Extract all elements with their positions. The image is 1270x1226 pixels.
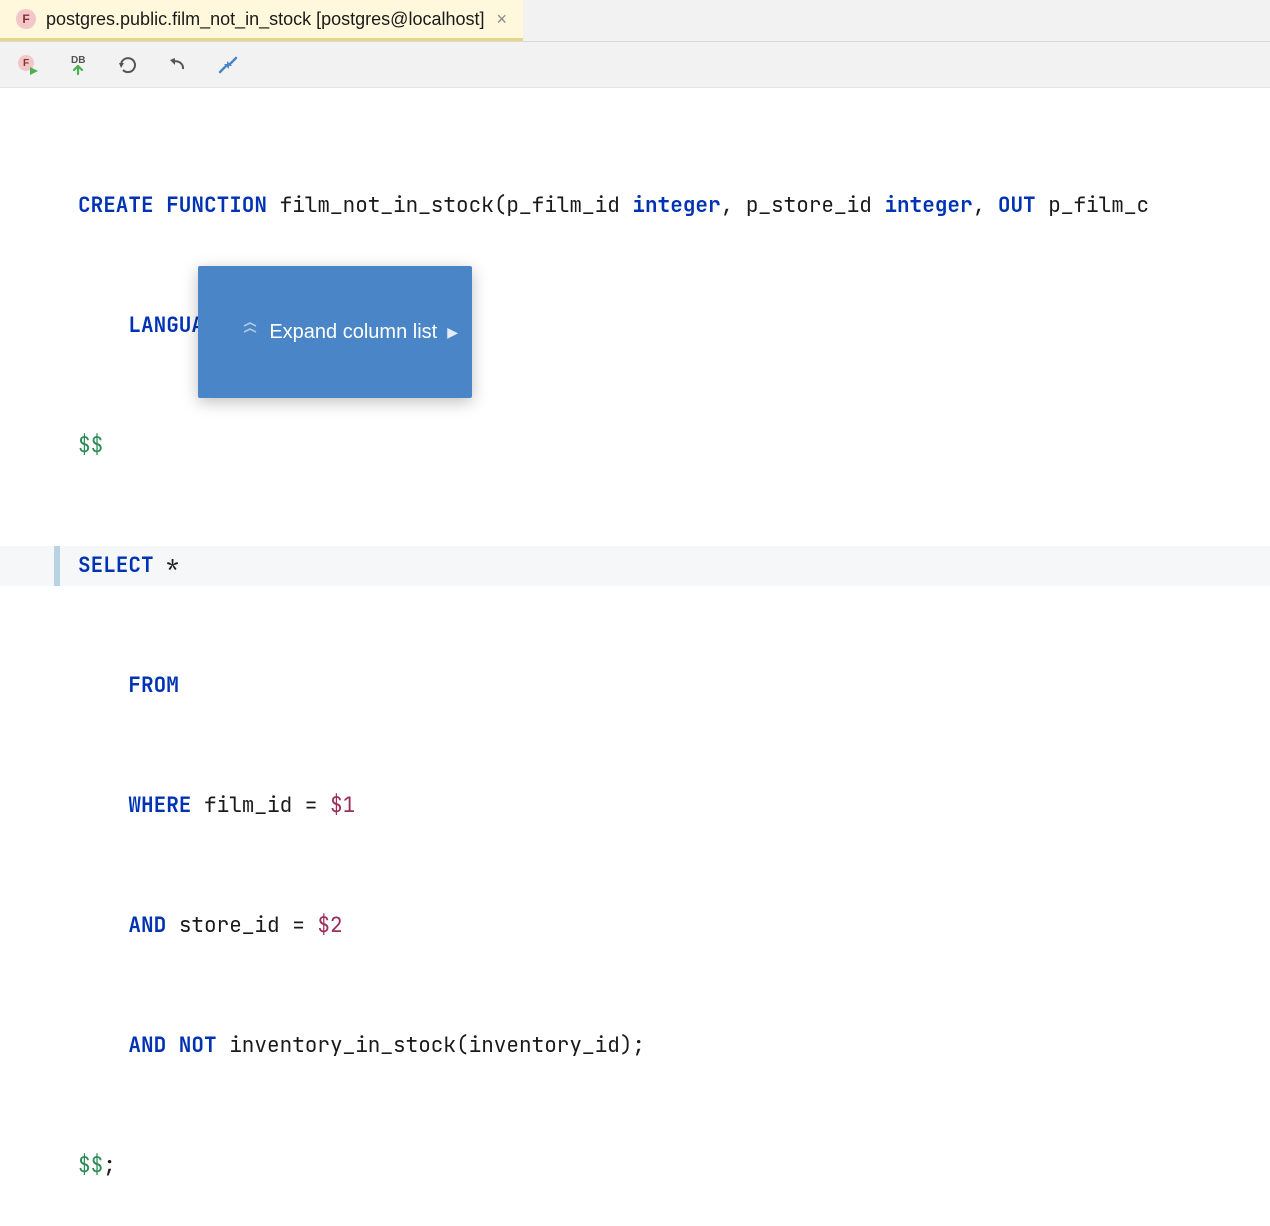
code-line: WHERE film_id = $1: [0, 786, 1270, 826]
close-icon[interactable]: ×: [495, 9, 510, 30]
chevron-right-icon: ▶: [447, 312, 458, 352]
code-line: AND NOT inventory_in_stock(inventory_id)…: [0, 1026, 1270, 1066]
intention-label: Expand column list: [269, 312, 437, 352]
code-line-highlighted: SELECT *: [0, 546, 1270, 586]
function-icon: F: [16, 9, 36, 29]
svg-text:DB: DB: [71, 55, 85, 66]
code-line: $$;: [0, 1146, 1270, 1186]
tab-title: postgres.public.film_not_in_stock [postg…: [46, 9, 485, 30]
intention-popup[interactable]: Expand column list ▶: [198, 266, 472, 398]
refresh-button[interactable]: [116, 53, 140, 77]
code-line: $$: [0, 426, 1270, 466]
svg-text:F: F: [23, 58, 29, 69]
code-line: FROM: [0, 666, 1270, 706]
collapse-button[interactable]: [216, 53, 240, 77]
run-button[interactable]: F: [16, 53, 40, 77]
code-editor[interactable]: CREATE FUNCTION film_not_in_stock(p_film…: [0, 88, 1270, 1226]
file-tab[interactable]: F postgres.public.film_not_in_stock [pos…: [0, 0, 523, 41]
undo-button[interactable]: [166, 53, 190, 77]
upload-db-button[interactable]: DB: [66, 53, 90, 77]
code-line: AND store_id = $2: [0, 906, 1270, 946]
toolbar: F DB: [0, 42, 1270, 88]
code-line: LANGUAGE SQL AS: [0, 306, 1270, 346]
intention-icon: [208, 272, 259, 392]
tab-bar: F postgres.public.film_not_in_stock [pos…: [0, 0, 1270, 42]
code-line: CREATE FUNCTION film_not_in_stock(p_film…: [0, 186, 1270, 226]
